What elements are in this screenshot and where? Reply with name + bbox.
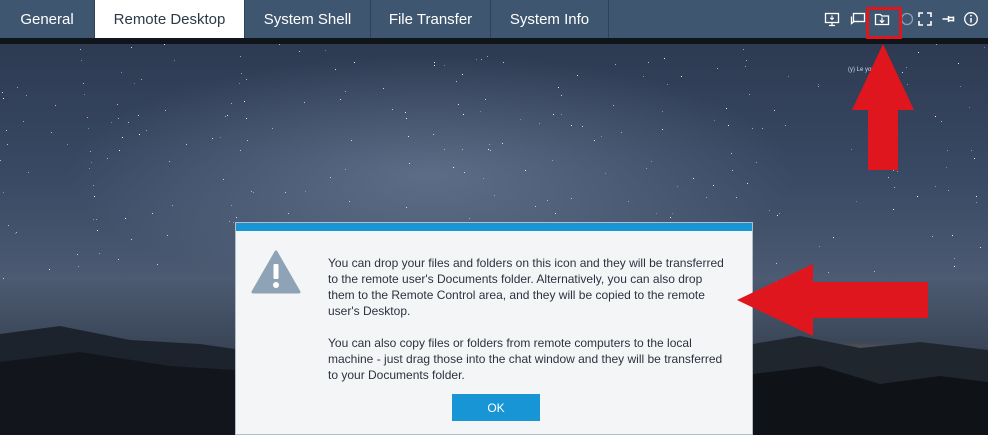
tab-remote-desktop[interactable]: Remote Desktop (95, 0, 245, 39)
fullscreen-icon[interactable] (916, 10, 934, 28)
up-arrow-annotation (852, 44, 914, 170)
left-arrow-annotation (737, 264, 928, 336)
chat-icon[interactable] (849, 10, 867, 28)
ok-button[interactable]: OK (452, 394, 540, 421)
dialog-message: You can drop your files and folders on t… (328, 255, 728, 383)
warning-icon (251, 250, 301, 294)
file-transfer-highlight-box (866, 7, 902, 39)
dialog-title-bar (236, 223, 752, 231)
tab-general[interactable]: General (0, 0, 95, 39)
tab-file-transfer[interactable]: File Transfer (371, 0, 491, 39)
tab-system-info[interactable]: System Info (491, 0, 609, 39)
info-icon[interactable] (962, 10, 980, 28)
dialog-paragraph-1: You can drop your files and folders on t… (328, 256, 724, 318)
tabs: General Remote Desktop System Shell File… (0, 0, 609, 39)
info-dialog: You can drop your files and folders on t… (235, 222, 753, 435)
pin-icon[interactable] (940, 10, 958, 28)
tab-system-shell[interactable]: System Shell (245, 0, 371, 39)
monitor-icon[interactable] (823, 10, 841, 28)
dialog-paragraph-2: You can also copy files or folders from … (328, 336, 723, 382)
